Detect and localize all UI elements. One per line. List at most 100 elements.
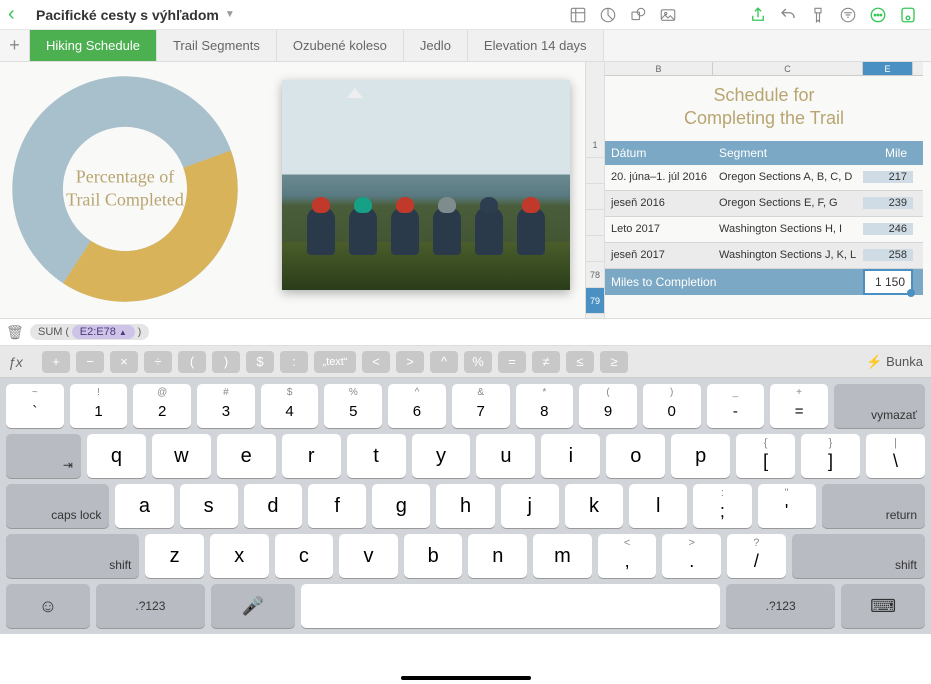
row-num[interactable]: 78 [586,262,604,288]
document-title[interactable]: Pacifické cesty s výhľadom [36,7,219,23]
cell-mile[interactable]: 239 [863,197,913,209]
back-button[interactable]: ‹ [8,3,32,26]
key-space[interactable] [301,584,720,628]
sheet-tab-segments[interactable]: Trail Segments [157,30,277,61]
title-dropdown-icon[interactable]: ▼ [225,9,235,20]
cell-mile[interactable]: 217 [863,171,913,183]
key-e[interactable]: e [217,434,276,478]
fx-rparen[interactable]: ) [212,351,240,373]
key-comma[interactable]: <, [598,534,657,578]
cell-date[interactable]: Leto 2017 [605,223,713,235]
key-y[interactable]: y [412,434,471,478]
row-num[interactable]: 1 [586,132,604,158]
fx-eq[interactable]: = [498,351,526,373]
share-icon[interactable] [743,3,773,27]
key-semicolon[interactable]: :; [693,484,751,528]
fx-caret[interactable]: ^ [430,351,458,373]
table-row[interactable]: Leto 2017 Washington Sections H, I 246 [605,217,923,243]
key-m[interactable]: m [533,534,592,578]
key-z[interactable]: z [145,534,204,578]
key-k[interactable]: k [565,484,623,528]
key-delete[interactable]: vymazať [834,384,925,428]
key-tab[interactable]: ⇥ [6,434,81,478]
fx-lparen[interactable]: ( [178,351,206,373]
key--[interactable]: _- [707,384,765,428]
fx-pct[interactable]: % [464,351,492,373]
key-3[interactable]: #3 [197,384,255,428]
formula-func-pill[interactable]: SUM ( E2:E78 ▲ ) [30,324,149,340]
key-capslock[interactable]: caps lock [6,484,109,528]
key-w[interactable]: w [152,434,211,478]
key-0[interactable]: )0 [643,384,701,428]
key-j[interactable]: j [501,484,559,528]
insert-icon[interactable] [893,3,923,27]
key-2[interactable]: @2 [133,384,191,428]
key-lbracket[interactable]: {[ [736,434,795,478]
row-num[interactable] [586,158,604,184]
key-shift-right[interactable]: shift [792,534,925,578]
key-numsym-left[interactable]: .?123 [96,584,205,628]
cell-segment[interactable]: Washington Sections H, I [713,223,863,235]
fx-dollar[interactable]: $ [246,351,274,373]
key-8[interactable]: *8 [516,384,574,428]
key-numsym-right[interactable]: .?123 [726,584,835,628]
key-period[interactable]: >. [662,534,721,578]
key-5[interactable]: %5 [324,384,382,428]
fx-neq[interactable]: ≠ [532,351,560,373]
fx-lte[interactable]: ≤ [566,351,594,373]
key-rbracket[interactable]: }] [801,434,860,478]
column-headers[interactable]: B C E [605,62,923,76]
fx-gte[interactable]: ≥ [600,351,628,373]
cell-date[interactable]: jeseň 2017 [605,249,713,261]
cell-segment[interactable]: Oregon Sections A, B, C, D [713,171,863,183]
key-p[interactable]: p [671,434,730,478]
key-h[interactable]: h [436,484,494,528]
sheet-tab-hiking[interactable]: Hiking Schedule [30,30,157,61]
add-sheet-button[interactable]: + [0,30,30,61]
col-header[interactable]: C [713,62,863,75]
key-7[interactable]: &7 [452,384,510,428]
key-s[interactable]: s [180,484,238,528]
fx-label[interactable]: ƒx [8,354,36,370]
key-l[interactable]: l [629,484,687,528]
key-return[interactable]: return [822,484,925,528]
table-row[interactable]: jeseň 2017 Washington Sections J, K, L 2… [605,243,923,269]
home-indicator[interactable] [401,676,531,680]
sheet-tab-elevation[interactable]: Elevation 14 days [468,30,604,61]
key-g[interactable]: g [372,484,430,528]
key-v[interactable]: v [339,534,398,578]
formula-bar[interactable]: 🗑 SUM ( E2:E78 ▲ ) [0,318,931,346]
table-icon[interactable] [563,3,593,27]
col-header[interactable]: B [605,62,713,75]
selected-cell[interactable]: 1 150 [863,269,913,295]
fx-gt[interactable]: > [396,351,424,373]
key-o[interactable]: o [606,434,665,478]
key-=[interactable]: += [770,384,828,428]
table-footer-row[interactable]: Miles to Completion 1 150 [605,269,923,295]
cell-segment[interactable]: Washington Sections J, K, L [713,249,863,261]
cell-date[interactable]: jeseň 2016 [605,197,713,209]
key-t[interactable]: t [347,434,406,478]
formula-ref-pill[interactable]: E2:E78 ▲ [72,325,135,339]
fx-plus[interactable]: + [42,351,70,373]
key-x[interactable]: x [210,534,269,578]
chart-icon[interactable] [593,3,623,27]
key-n[interactable]: n [468,534,527,578]
fx-colon[interactable]: : [280,351,308,373]
row-num[interactable] [586,184,604,210]
format-brush-icon[interactable] [803,3,833,27]
row-num[interactable] [586,210,604,236]
row-num[interactable] [586,236,604,262]
cell-mile[interactable]: 246 [863,223,913,235]
row-num[interactable]: 79 [586,288,604,314]
row-header-gutter[interactable]: 1 78 79 [585,62,605,318]
spreadsheet-canvas[interactable]: Percentage of Trail Completed 1 78 79 B … [0,62,931,318]
key-slash[interactable]: ?/ [727,534,786,578]
key-emoji[interactable]: ☺ [6,584,90,628]
key-c[interactable]: c [275,534,334,578]
key-shift-left[interactable]: shift [6,534,139,578]
key-dictate[interactable]: 🎤 [211,584,295,628]
media-icon[interactable] [653,3,683,27]
trail-photo[interactable] [282,80,570,290]
cell-mile[interactable]: 258 [863,249,913,261]
